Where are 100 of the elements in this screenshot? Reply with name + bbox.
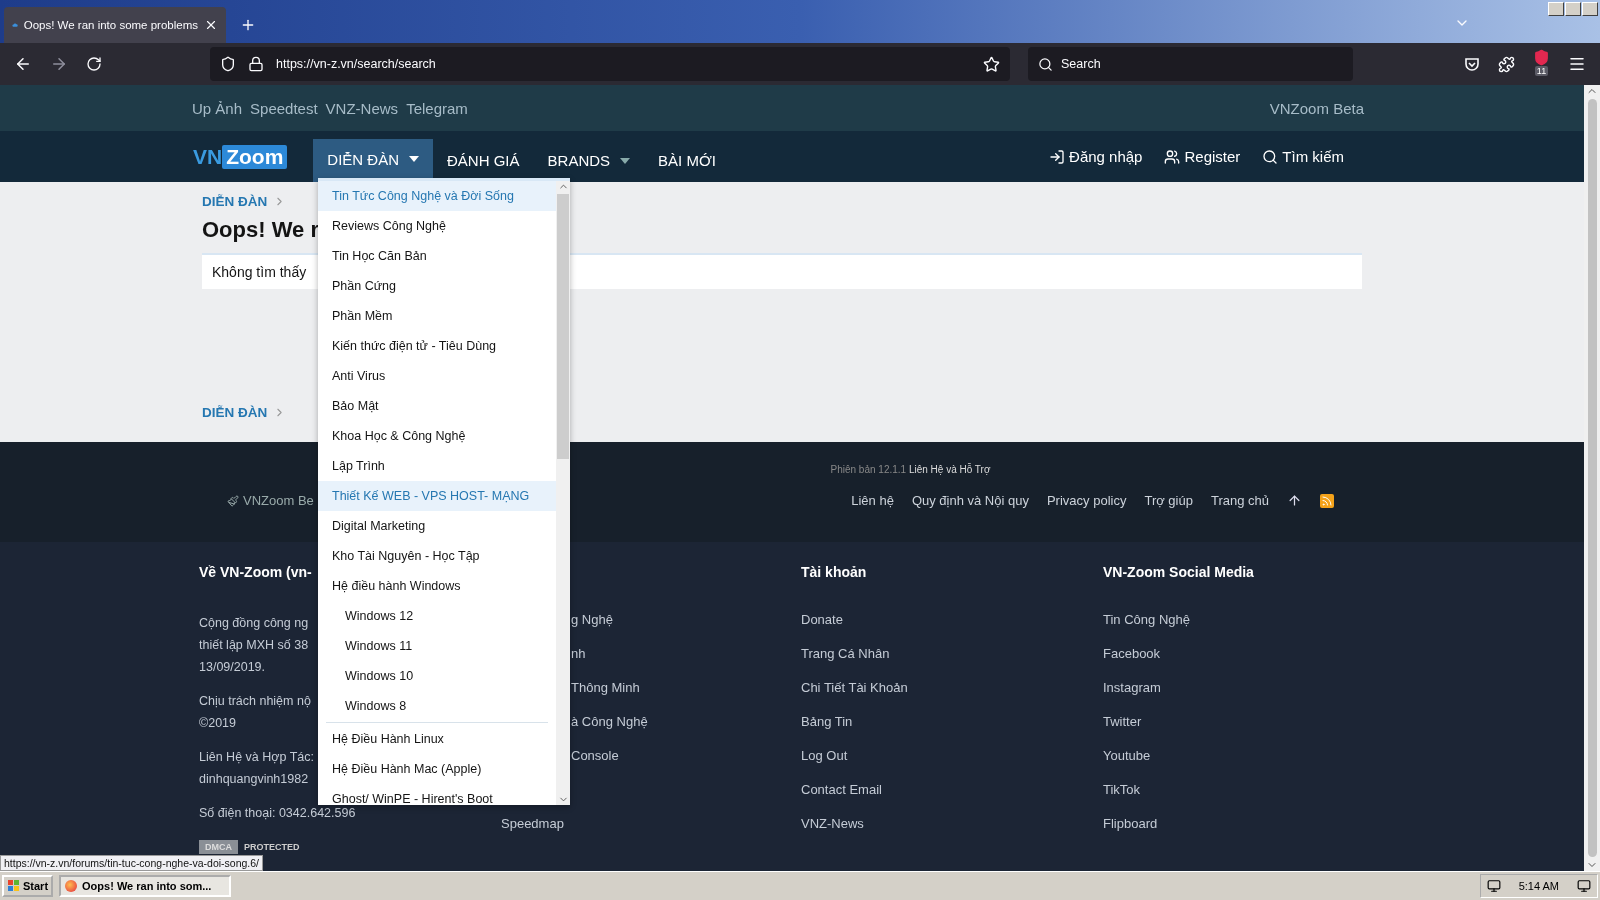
close-button[interactable] bbox=[1582, 2, 1598, 16]
menu-item[interactable]: Hệ điều hành Windows bbox=[318, 571, 556, 601]
nav-tab[interactable]: BÀI MỚI bbox=[644, 139, 730, 182]
star-icon[interactable] bbox=[983, 55, 1000, 73]
footer-link[interactable]: Youtube bbox=[1103, 748, 1151, 782]
menu-item[interactable]: Windows 10 bbox=[318, 661, 556, 691]
monitor-icon[interactable] bbox=[1577, 879, 1591, 893]
version-text: Phiên bản 12.1.1 Liên Hệ và Hỗ Trợ bbox=[830, 464, 991, 475]
footer-link[interactable]: Thông Minh bbox=[571, 680, 640, 695]
windows-flag-icon bbox=[7, 879, 21, 893]
search-field[interactable]: Search bbox=[1028, 47, 1353, 81]
start-button[interactable]: Start bbox=[2, 875, 54, 897]
menu-item[interactable]: Windows 12 bbox=[318, 601, 556, 631]
breadcrumb-link[interactable]: DIỄN ĐÀN bbox=[202, 194, 268, 209]
footer-link[interactable]: Console bbox=[571, 748, 619, 763]
footer-paragraph: Chịu trách nhiệm nộ ©2019 bbox=[199, 693, 311, 732]
footer-link[interactable]: Privacy policy bbox=[1046, 493, 1127, 508]
menu-item[interactable]: Khoa Học & Công Nghệ bbox=[318, 421, 556, 451]
menu-item[interactable]: Phần Mềm bbox=[318, 301, 556, 331]
dropdown-scrollbar[interactable] bbox=[556, 181, 570, 805]
footer-link[interactable]: Speedmap bbox=[501, 816, 564, 831]
dmca-badge[interactable]: DMCA PROTECTED bbox=[199, 840, 501, 854]
nav-tab[interactable]: ĐÁNH GIÁ bbox=[433, 139, 534, 182]
search-icon bbox=[1262, 148, 1279, 165]
browser-tab[interactable]: Oops! We ran into some problems bbox=[4, 7, 226, 43]
pocket-icon[interactable] bbox=[1464, 56, 1480, 72]
menu-item[interactable]: Lập Trình bbox=[318, 451, 556, 481]
breadcrumb-link[interactable]: DIỄN ĐÀN bbox=[202, 405, 268, 420]
reload-icon[interactable] bbox=[86, 56, 102, 72]
footer-link[interactable]: Trang chủ bbox=[1210, 493, 1269, 508]
search-icon bbox=[1038, 56, 1053, 72]
footer-link[interactable]: à Công Nghệ bbox=[571, 714, 648, 729]
footer-link[interactable]: nh bbox=[571, 646, 586, 661]
restore-button[interactable] bbox=[1565, 2, 1581, 16]
footer-link[interactable]: Liên hệ bbox=[851, 493, 894, 508]
menu-item[interactable]: Hệ Điều Hành Linux bbox=[318, 724, 556, 754]
footer-link[interactable]: g Nghệ bbox=[571, 612, 613, 627]
menu-item[interactable]: Windows 11 bbox=[318, 631, 556, 661]
menu-item[interactable]: Kiến thức điện tử - Tiêu Dùng bbox=[318, 331, 556, 361]
top-link[interactable]: Telegram bbox=[406, 99, 468, 117]
address-bar[interactable]: https://vn-z.vn/search/search bbox=[210, 47, 1010, 81]
footer-link[interactable]: Facebook bbox=[1103, 646, 1161, 680]
back-icon[interactable] bbox=[14, 55, 32, 73]
footer-paragraph: Liên Hệ và Hợp Tác: dinhquangvinh1982 bbox=[199, 749, 314, 788]
nav-tab[interactable]: BRANDS bbox=[533, 139, 645, 182]
footer-link[interactable]: Quy định và Nội quy bbox=[911, 493, 1029, 508]
menu-icon[interactable] bbox=[1568, 55, 1586, 73]
footer-paragraph: Số điện thoại: 0342.642.596 bbox=[199, 805, 356, 822]
footer-heading: Về VN-Zoom (vn- bbox=[199, 564, 313, 582]
rss-icon[interactable] bbox=[1320, 493, 1334, 508]
top-link[interactable]: VNZ-News bbox=[325, 99, 399, 117]
menu-item[interactable]: Digital Marketing bbox=[318, 511, 556, 541]
forward-icon[interactable] bbox=[50, 55, 68, 73]
footer-link[interactable]: VNZ-News bbox=[801, 816, 864, 850]
lock-icon[interactable] bbox=[248, 56, 264, 72]
nav-link[interactable]: Tìm kiếm bbox=[1262, 148, 1344, 165]
url-text: https://vn-z.vn/search/search bbox=[276, 57, 437, 71]
footer-link[interactable]: Trang Cá Nhân bbox=[801, 646, 890, 680]
top-link[interactable]: Up Ảnh bbox=[192, 99, 243, 117]
footer-link[interactable]: TikTok bbox=[1103, 782, 1141, 816]
footer-link[interactable]: Donate bbox=[801, 612, 843, 646]
menu-item[interactable]: Reviews Công Nghệ bbox=[318, 211, 556, 241]
paintbrush-icon bbox=[227, 494, 239, 507]
login-icon bbox=[1049, 148, 1066, 165]
nav-link[interactable]: Đăng nhập bbox=[1049, 148, 1143, 165]
footer-link[interactable]: Flipboard bbox=[1103, 816, 1158, 850]
top-link[interactable]: VNZoom Beta bbox=[1269, 99, 1364, 117]
footer-heading: Tài khoản bbox=[801, 564, 868, 582]
footer-link[interactable]: Trợ giúp bbox=[1144, 493, 1193, 508]
menu-item[interactable]: Ghost/ WinPE - Hirent's Boot bbox=[318, 784, 556, 805]
menu-item[interactable]: Kho Tài Nguyên - Học Tập bbox=[318, 541, 556, 571]
footer-heading: VN-Zoom Social Media bbox=[1103, 564, 1255, 582]
menu-item[interactable]: Hệ Điều Hành Mac (Apple) bbox=[318, 754, 556, 784]
footer-link[interactable]: Log Out bbox=[801, 748, 848, 782]
menu-item[interactable]: Thiết Kế WEB - VPS HOST- MẠNG bbox=[318, 481, 556, 511]
minimize-button[interactable] bbox=[1548, 2, 1564, 16]
puzzle-icon[interactable] bbox=[1498, 55, 1515, 73]
footer-link[interactable]: Twitter bbox=[1103, 714, 1142, 748]
support-link[interactable]: Liên Hệ và Hỗ Trợ bbox=[908, 464, 991, 475]
menu-item[interactable]: Bảo Mật bbox=[318, 391, 556, 421]
footer-link[interactable]: Bảng Tin bbox=[801, 714, 853, 748]
users-icon bbox=[1164, 148, 1181, 165]
new-tab-icon[interactable] bbox=[240, 17, 256, 33]
close-icon[interactable] bbox=[204, 18, 218, 32]
footer-link[interactable]: Tin Công Nghệ bbox=[1103, 612, 1190, 646]
menu-item[interactable]: Tin Tức Công Nghệ và Đời Sống bbox=[318, 181, 556, 211]
footer-link[interactable]: Contact Email bbox=[801, 782, 882, 816]
footer-link[interactable]: Chi Tiết Tài Khoản bbox=[801, 680, 908, 714]
footer-link[interactable]: Instagram bbox=[1103, 680, 1161, 714]
menu-item[interactable]: Anti Virus bbox=[318, 361, 556, 391]
top-link[interactable]: Speedtest bbox=[250, 99, 318, 117]
taskbar-button[interactable]: Oops! We ran into som... bbox=[59, 875, 232, 897]
style-link[interactable]: VNZoom Be bbox=[227, 493, 314, 508]
page-title: Oops! We r bbox=[202, 217, 319, 243]
nav-link[interactable]: Register bbox=[1164, 148, 1241, 165]
shield-icon[interactable] bbox=[220, 56, 236, 72]
menu-item[interactable]: Windows 8 bbox=[318, 691, 556, 721]
monitor-icon[interactable] bbox=[1486, 879, 1501, 893]
footer-paragraph: Cộng đồng công ng thiết lập MXH số 38 13/09/2019. bbox=[199, 615, 309, 676]
nav-tab[interactable]: DIỄN ĐÀN bbox=[313, 139, 434, 182]
